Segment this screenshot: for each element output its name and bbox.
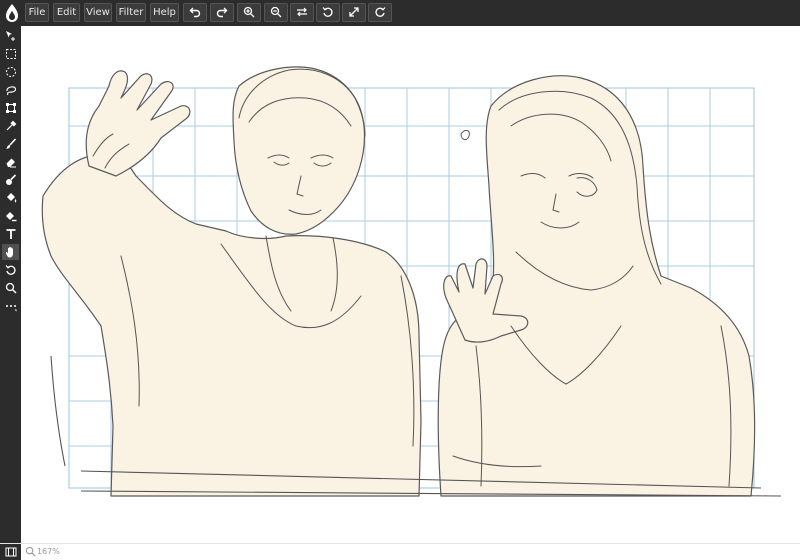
zoom-level-text: 167% — [37, 547, 60, 556]
eyedropper-icon — [6, 120, 16, 131]
drawing-canvas[interactable] — [21, 26, 800, 543]
menu-edit[interactable]: Edit — [53, 3, 80, 22]
menu-file[interactable]: File — [25, 3, 49, 22]
zoom-in-icon — [243, 6, 255, 18]
smudge-icon — [5, 174, 16, 185]
filmstrip-icon[interactable] — [0, 544, 21, 560]
fullscreen-icon — [349, 7, 359, 17]
eraser-icon — [6, 158, 16, 168]
text-tool[interactable] — [2, 226, 19, 242]
zoom-icon — [5, 282, 17, 294]
zoom-out-button[interactable] — [264, 3, 288, 22]
zoom-out-icon — [270, 6, 282, 18]
eyedropper-tool[interactable] — [2, 118, 19, 134]
sketch-artwork — [41, 66, 782, 497]
redo-icon — [216, 7, 228, 18]
rotate-view-tool[interactable] — [2, 262, 19, 278]
hand-icon — [5, 246, 13, 258]
hand-tool[interactable] — [2, 244, 19, 260]
eraser-tool[interactable] — [2, 154, 19, 170]
app-logo-icon — [3, 3, 21, 23]
transform-tool[interactable] — [2, 100, 19, 116]
rotate-view-icon — [5, 265, 16, 275]
undo-icon — [189, 7, 201, 18]
transform-icon — [5, 103, 16, 113]
right-figure — [437, 75, 756, 497]
gradient-fill-tool[interactable] — [2, 208, 19, 224]
zoom-in-button[interactable] — [237, 3, 261, 22]
rect-select-tool[interactable] — [2, 46, 19, 62]
smudge-tool[interactable] — [2, 172, 19, 188]
fill-tool[interactable] — [2, 190, 19, 206]
fullscreen-button[interactable] — [342, 3, 366, 22]
ellipse-select-tool[interactable] — [2, 64, 19, 80]
zoom-tool[interactable] — [2, 280, 19, 296]
ellipse-select-icon — [5, 67, 16, 77]
brush-tool[interactable] — [2, 136, 19, 152]
menu-view[interactable]: View — [84, 3, 112, 22]
zoom-level-icon — [25, 546, 36, 557]
rotate-left-icon — [322, 7, 333, 17]
fill-icon — [6, 193, 16, 203]
menu-help[interactable]: Help — [150, 3, 179, 22]
brush-icon — [6, 138, 16, 149]
flip-icon — [297, 7, 307, 17]
rect-select-icon — [5, 49, 16, 59]
more-tools[interactable] — [2, 298, 19, 314]
left-figure — [41, 66, 422, 497]
undo-button[interactable] — [183, 3, 207, 22]
status-bar: 167% — [0, 543, 800, 560]
move-tool[interactable] — [2, 28, 19, 44]
top-menu-bar: File Edit View Filter Help — [0, 0, 800, 27]
rotate-left-button[interactable] — [316, 3, 340, 22]
move-icon — [5, 31, 15, 41]
redo-button[interactable] — [210, 3, 234, 22]
lasso-tool[interactable] — [2, 82, 19, 98]
more-icon — [5, 305, 16, 312]
text-icon — [6, 229, 15, 239]
lasso-icon — [5, 86, 16, 96]
flip-button[interactable] — [290, 3, 314, 22]
gradient-fill-icon — [5, 212, 16, 222]
rotate-right-icon — [375, 7, 386, 17]
rotate-right-button[interactable] — [368, 3, 392, 22]
menu-filter[interactable]: Filter — [116, 3, 146, 22]
tool-palette — [0, 26, 21, 543]
